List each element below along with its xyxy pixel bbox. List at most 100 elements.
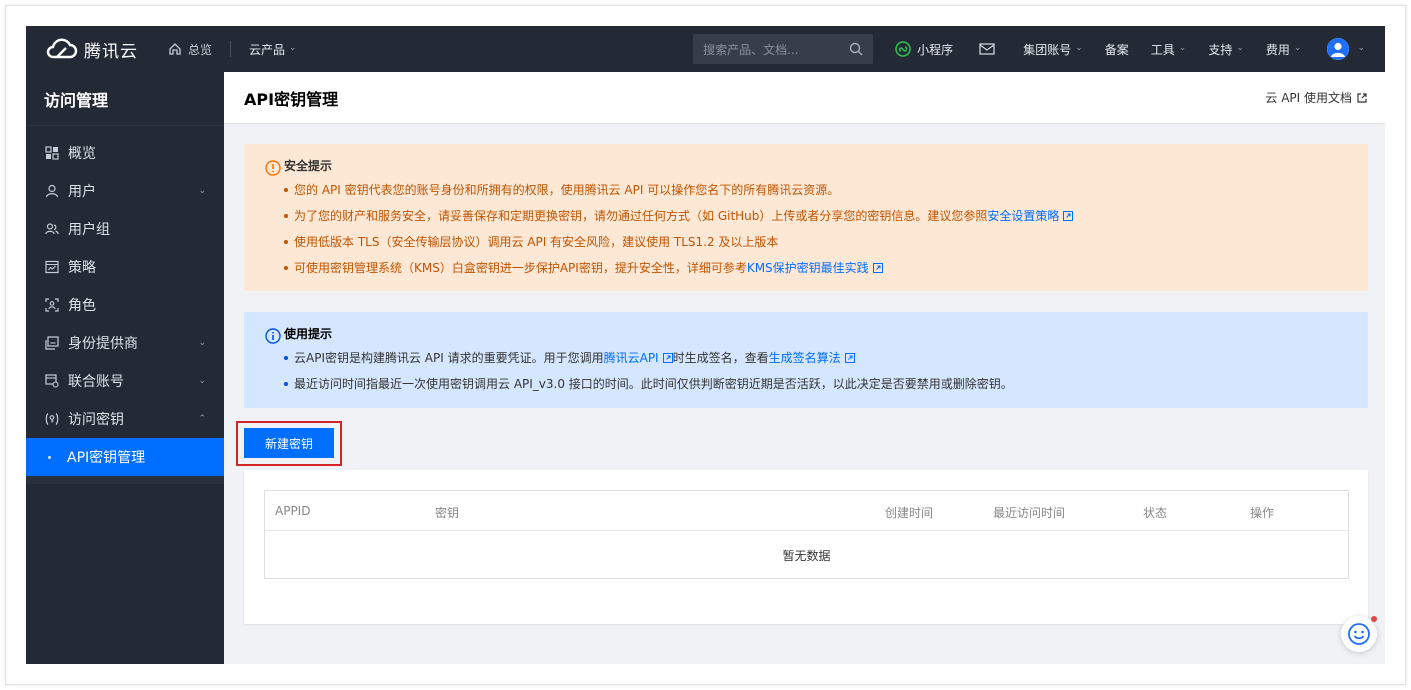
column-header-key: 密钥 xyxy=(435,506,460,520)
chevron-down-icon: ⌄ xyxy=(1357,43,1365,53)
table-header: APPID 密钥 创建时间 最近访问时间 状态 操作 xyxy=(265,491,1348,531)
grid-icon xyxy=(44,145,60,161)
page-header: API密钥管理 云 API 使用文档 xyxy=(224,72,1385,124)
brand-logo[interactable]: 腾讯云 xyxy=(44,37,164,62)
nav-products[interactable]: 云产品 ⌄ xyxy=(249,41,297,58)
nav-tools[interactable]: 工具 ⌄ xyxy=(1151,41,1187,58)
alert-text: 可使用密钥管理系统（KMS）白盒密钥进一步保护API密钥，提升安全性，详细可参考 xyxy=(294,261,747,275)
main-content: API密钥管理 云 API 使用文档 安全提示 您的 API 密钥代表您的账号身… xyxy=(224,72,1385,664)
divider xyxy=(230,41,232,57)
sidebar-item-users[interactable]: 用户 ⌄ xyxy=(26,172,224,210)
nav-overview-label: 总览 xyxy=(188,42,213,57)
federated-icon xyxy=(44,373,60,389)
api-doc-link-label: 云 API 使用文档 xyxy=(1265,91,1352,105)
brand-name: 腾讯云 xyxy=(84,41,138,62)
user-icon xyxy=(44,183,60,199)
top-navbar: 腾讯云 总览 云产品 ⌄ 搜索产品、文档... 小程序 集团账号 ⌄ 备案 工具… xyxy=(26,26,1385,72)
info-icon xyxy=(265,328,281,344)
sidebar-item-label: 角色 xyxy=(68,298,96,314)
keys-table: APPID 密钥 创建时间 最近访问时间 状态 操作 暂无数据 xyxy=(264,490,1349,579)
chevron-down-icon: ⌄ xyxy=(198,376,206,386)
nav-billing[interactable]: 费用 ⌄ xyxy=(1266,41,1302,58)
sidebar-item-label: 用户组 xyxy=(68,222,110,238)
sidebar-item-api-key-management[interactable]: API密钥管理 xyxy=(26,438,224,476)
nav-group-account[interactable]: 集团账号 ⌄ xyxy=(1023,41,1083,58)
sidebar-item-overview[interactable]: 概览 xyxy=(26,134,224,172)
sidebar-item-label: 身份提供商 xyxy=(68,336,138,352)
list-item: 使用低版本 TLS（安全传输层协议）调用云 API 有安全风险，建议使用 TLS… xyxy=(284,234,1368,250)
role-icon xyxy=(44,297,60,313)
user-avatar-icon xyxy=(1327,38,1350,60)
list-item: 可使用密钥管理系统（KMS）白盒密钥进一步保护API密钥，提升安全性，详细可参考… xyxy=(284,260,1368,276)
warning-icon xyxy=(265,160,281,176)
external-link-icon xyxy=(1357,92,1367,103)
sidebar-item-identity-providers[interactable]: 身份提供商 ⌄ xyxy=(26,324,224,362)
alert-text: 您的 API 密钥代表您的账号身份和所拥有的权限，使用腾讯云 API 可以操作您… xyxy=(294,183,840,197)
signature-algorithm-link[interactable]: 生成签名算法 xyxy=(769,351,841,365)
list-item: 您的 API 密钥代表您的账号身份和所拥有的权限，使用腾讯云 API 可以操作您… xyxy=(284,182,1368,198)
sidebar-item-roles[interactable]: 角色 xyxy=(26,286,224,324)
sidebar-item-label: API密钥管理 xyxy=(67,450,146,466)
security-policy-link[interactable]: 安全设置策略 xyxy=(987,209,1059,223)
external-link-icon[interactable] xyxy=(844,353,855,363)
keys-panel: APPID 密钥 创建时间 最近访问时间 状态 操作 暂无数据 xyxy=(244,470,1368,624)
usage-alert-list: 云API密钥是构建腾讯云 API 请求的重要凭证。用于您调用腾讯云API 时生成签… xyxy=(284,350,1368,392)
mini-program-icon xyxy=(895,41,911,57)
list-item: 为了您的财产和服务安全，请妥善保存和定期更换密钥，请勿通过任何方式（如 GitH… xyxy=(284,208,1368,224)
nav-overview[interactable]: 总览 xyxy=(168,41,212,58)
nav-filing[interactable]: 备案 xyxy=(1105,41,1129,58)
tencent-cloud-api-link[interactable]: 腾讯云API xyxy=(604,351,659,365)
support-label: 支持 xyxy=(1208,42,1233,57)
sidebar-item-user-groups[interactable]: 用户组 xyxy=(26,210,224,248)
users-icon xyxy=(44,221,60,237)
external-link-icon[interactable] xyxy=(1063,211,1074,221)
kms-best-practice-link[interactable]: KMS保护密钥最佳实践 xyxy=(747,261,869,275)
alert-text: 为了您的财产和服务安全，请妥善保存和定期更换密钥，请勿通过任何方式（如 GitH… xyxy=(294,209,988,223)
sidebar-item-federated-accounts[interactable]: 联合账号 ⌄ xyxy=(26,362,224,400)
bullet-icon xyxy=(48,455,51,459)
smiley-icon xyxy=(1348,623,1370,645)
alert-text: 使用低版本 TLS（安全传输层协议）调用云 API 有安全风险，建议使用 TLS… xyxy=(294,235,779,249)
idp-icon xyxy=(44,335,60,351)
nav-products-label: 云产品 xyxy=(249,42,286,57)
avatar[interactable] xyxy=(1327,38,1350,60)
nav-mini-program[interactable]: 小程序 xyxy=(895,41,953,58)
chevron-down-icon: ⌄ xyxy=(1293,43,1302,53)
list-item: 云API密钥是构建腾讯云 API 请求的重要凭证。用于您调用腾讯云API 时生成签… xyxy=(284,350,1368,366)
sidebar-menu: 概览 用户 ⌄ 用户组 策略 角色 身份提供商 ⌄ 联合账号 ⌄ 访问密钥 ⌃ … xyxy=(26,126,224,484)
usage-alert: 使用提示 云API密钥是构建腾讯云 API 请求的重要凭证。用于您调用腾讯云AP… xyxy=(244,312,1368,408)
sidebar-item-label: 用户 xyxy=(68,184,96,200)
cloud-logo-icon xyxy=(46,38,78,59)
sidebar-item-label: 策略 xyxy=(68,260,96,276)
external-link-icon[interactable] xyxy=(872,263,883,273)
mini-program-label: 小程序 xyxy=(917,42,954,57)
sidebar-item-label: 联合账号 xyxy=(68,374,124,390)
chevron-down-icon: ⌄ xyxy=(1236,43,1244,53)
chevron-down-icon: ⌄ xyxy=(289,43,297,53)
sidebar-divider xyxy=(26,476,224,484)
sidebar-item-label: 概览 xyxy=(68,146,96,162)
sidebar-item-access-keys[interactable]: 访问密钥 ⌃ xyxy=(26,400,224,438)
column-header-status: 状态 xyxy=(1143,506,1168,520)
chevron-up-icon: ⌃ xyxy=(198,414,206,424)
external-link-icon[interactable] xyxy=(662,353,673,363)
security-alert: 安全提示 您的 API 密钥代表您的账号身份和所拥有的权限，使用腾讯云 API … xyxy=(244,144,1368,291)
group-account-label: 集团账号 xyxy=(1023,42,1072,57)
nav-messages[interactable] xyxy=(979,43,1001,55)
nav-support[interactable]: 支持 ⌄ xyxy=(1208,41,1244,58)
console-app: 腾讯云 总览 云产品 ⌄ 搜索产品、文档... 小程序 集团账号 ⌄ 备案 工具… xyxy=(26,26,1385,664)
policy-icon xyxy=(44,259,60,275)
create-key-button[interactable]: 新建密钥 xyxy=(244,428,334,458)
table-empty-state: 暂无数据 xyxy=(782,548,831,563)
tools-label: 工具 xyxy=(1150,42,1175,57)
api-doc-link[interactable]: 云 API 使用文档 xyxy=(1265,89,1367,106)
search-input[interactable]: 搜索产品、文档... xyxy=(693,34,874,64)
chevron-down-icon: ⌄ xyxy=(198,338,206,348)
column-header-appid: APPID xyxy=(275,504,311,518)
user-menu[interactable]: ⌄ xyxy=(1301,38,1365,60)
chevron-down-icon: ⌄ xyxy=(1075,43,1083,53)
sidebar-item-policies[interactable]: 策略 xyxy=(26,248,224,286)
help-assistant-button[interactable] xyxy=(1341,616,1377,652)
search-icon[interactable] xyxy=(849,42,863,56)
chevron-down-icon: ⌄ xyxy=(1178,43,1187,53)
